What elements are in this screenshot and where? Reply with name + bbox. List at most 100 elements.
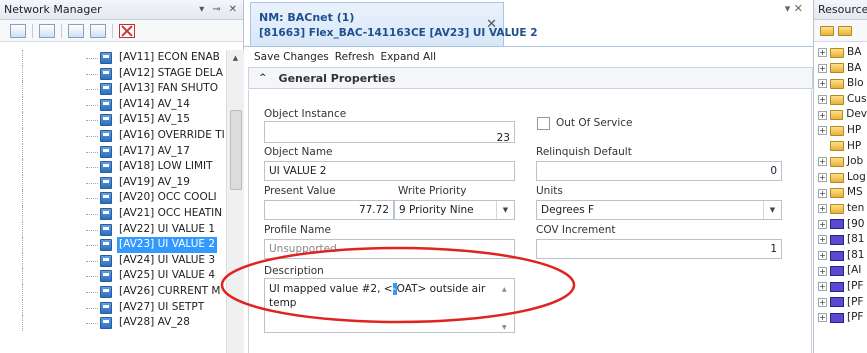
general-properties-header[interactable]: ^ General Properties	[248, 67, 813, 89]
tab-close-icon[interactable]: ✕	[486, 17, 497, 32]
open-folder-icon[interactable]	[838, 25, 852, 36]
object-instance-field[interactable]: 23	[264, 121, 515, 143]
resource-tree-item[interactable]: + [PF	[814, 295, 867, 311]
tree-item[interactable]: [AV22] UI VALUE 1	[0, 221, 226, 238]
analog-value-icon	[100, 52, 112, 64]
expand-icon[interactable]: +	[818, 204, 827, 214]
expand-icon[interactable]: +	[818, 63, 827, 73]
units-select[interactable]: Degrees F ▼	[536, 200, 782, 220]
expand-icon[interactable]: +	[818, 282, 827, 292]
expand-icon[interactable]: +	[818, 297, 827, 307]
resource-tree-item[interactable]: + [AI	[814, 263, 867, 279]
resource-tree-item[interactable]: + [PF	[814, 279, 867, 295]
pin-dropdown-icon[interactable]: ▾	[199, 4, 204, 15]
present-value-field[interactable]: 77.72	[264, 200, 394, 220]
expand-icon[interactable]: +	[818, 251, 827, 261]
tree-item[interactable]: [AV16] OVERRIDE TI	[0, 127, 226, 144]
bacnet-device-icon	[830, 250, 844, 261]
tree-icon[interactable]	[90, 23, 106, 38]
resource-item-label: [81	[847, 233, 865, 246]
refresh-button[interactable]: Refresh	[335, 51, 375, 63]
expand-icon[interactable]: +	[818, 219, 827, 229]
tree-item[interactable]: [AV21] OCC HEATIN	[0, 205, 226, 222]
expand-icon[interactable]: +	[818, 157, 827, 167]
tree-item[interactable]: [AV15] AV_15	[0, 112, 226, 128]
tree-item[interactable]: [AV13] FAN SHUTO	[0, 81, 226, 97]
resource-tree-item[interactable]: + [81	[814, 248, 867, 264]
expand-icon[interactable]: +	[818, 48, 827, 58]
tree-item[interactable]: [AV28] AV_28	[0, 315, 226, 331]
folder-icon	[830, 141, 844, 152]
expand-icon[interactable]: +	[818, 235, 827, 245]
tree-item[interactable]: [AV24] UI VALUE 3	[0, 252, 226, 269]
expand-icon[interactable]: +	[818, 313, 827, 323]
scroll-thumb[interactable]	[230, 110, 242, 190]
relinquish-default-field[interactable]: 0	[536, 161, 782, 181]
resource-tree-item[interactable]: + Dev	[814, 107, 867, 123]
resource-tree-item[interactable]: + BA	[814, 61, 867, 77]
close-icon[interactable]: ✕	[229, 4, 237, 15]
tree-item[interactable]: [AV27] UI SETPT	[0, 299, 226, 316]
resource-item-label: [PF	[847, 311, 864, 324]
expand-icon[interactable]: +	[818, 188, 827, 198]
grid-icon[interactable]	[68, 23, 84, 38]
resource-tree-item[interactable]: + ten	[814, 201, 867, 217]
analog-value-icon	[100, 192, 112, 205]
pane-menu-close-icon[interactable]: ▾ ✕	[785, 2, 803, 15]
tree-item[interactable]: [AV14] AV_14	[0, 96, 226, 113]
resource-item-label: HP	[847, 139, 862, 152]
resource-tree-item[interactable]: + BA	[814, 45, 867, 61]
scroll-up-icon[interactable]: ▲	[227, 50, 244, 66]
tree-item[interactable]: [AV25] UI VALUE 4	[0, 268, 226, 284]
network-icon[interactable]	[10, 23, 26, 38]
tree-item[interactable]: [AV23] UI VALUE 2	[0, 237, 226, 253]
save-changes-button[interactable]: Save Changes	[254, 51, 329, 63]
chevron-down-icon[interactable]: ▼	[763, 201, 781, 219]
command-bar: Save Changes Refresh Expand All	[254, 51, 436, 63]
expand-icon[interactable]: +	[818, 110, 827, 120]
analog-value-icon	[100, 254, 112, 267]
chevron-down-icon[interactable]: ▼	[496, 201, 514, 219]
out-of-service-checkbox[interactable]	[537, 117, 550, 130]
resource-tree-item[interactable]: HP	[814, 139, 867, 155]
tab-ui-value-2[interactable]: NM: BACnet (1) [81663] Flex_BAC-141163CE…	[250, 2, 538, 46]
collapse-chevron-icon[interactable]: ^	[259, 73, 267, 83]
write-priority-select[interactable]: 9 Priority Nine ▼	[394, 200, 515, 220]
tree-item[interactable]: [AV26] CURRENT M	[0, 283, 226, 300]
tree-item[interactable]: [AV17] AV_17	[0, 143, 226, 160]
network-manager-pane: Network Manager ▾ ⊸ ✕ [AV11] ECON ENAB [A…	[0, 0, 244, 353]
tree-item[interactable]: [AV11] ECON ENAB	[0, 50, 226, 66]
resource-tree-item[interactable]: + HP	[814, 123, 867, 139]
object-name-field[interactable]: UI VALUE 2	[264, 161, 515, 181]
tree-item[interactable]: [AV19] AV_19	[0, 174, 226, 191]
analog-value-icon	[100, 207, 112, 220]
expand-icon[interactable]: +	[818, 173, 827, 183]
resource-tree-item[interactable]: + MS	[814, 185, 867, 201]
resource-item-label: Log	[847, 170, 866, 183]
profile-name-label: Profile Name	[264, 224, 331, 236]
resource-tree-item[interactable]: + Log	[814, 170, 867, 186]
resource-tree-item[interactable]: + [PF	[814, 310, 867, 326]
delete-icon[interactable]	[119, 23, 135, 38]
tree-item-label: [AV28] AV_28	[119, 316, 190, 329]
resource-tree-item[interactable]: + [90	[814, 217, 867, 233]
tree-item[interactable]: [AV20] OCC COOLI	[0, 190, 226, 206]
resource-tree-item[interactable]: + Job	[814, 154, 867, 170]
resource-manager-toolbar	[814, 20, 867, 42]
resource-tree-item[interactable]: + Cus	[814, 92, 867, 108]
pin-icon[interactable]: ⊸	[212, 4, 220, 15]
expand-icon[interactable]: +	[818, 126, 827, 136]
tree-item[interactable]: [AV18] LOW LIMIT	[0, 159, 226, 175]
expand-icon[interactable]: +	[818, 95, 827, 105]
folder-icon[interactable]	[820, 25, 834, 36]
resource-tree-item[interactable]: + Blo	[814, 76, 867, 92]
expand-icon[interactable]: +	[818, 266, 827, 276]
bacnet-device-icon	[830, 297, 844, 308]
expand-icon[interactable]: +	[818, 79, 827, 89]
tree-item[interactable]: [AV12] STAGE DELA	[0, 65, 226, 82]
section-title: General Properties	[278, 71, 396, 85]
present-value-label: Present Value	[264, 185, 336, 197]
expand-all-button[interactable]: Expand All	[380, 51, 436, 63]
search-icon[interactable]	[39, 23, 55, 38]
resource-tree-item[interactable]: + [81	[814, 232, 867, 248]
